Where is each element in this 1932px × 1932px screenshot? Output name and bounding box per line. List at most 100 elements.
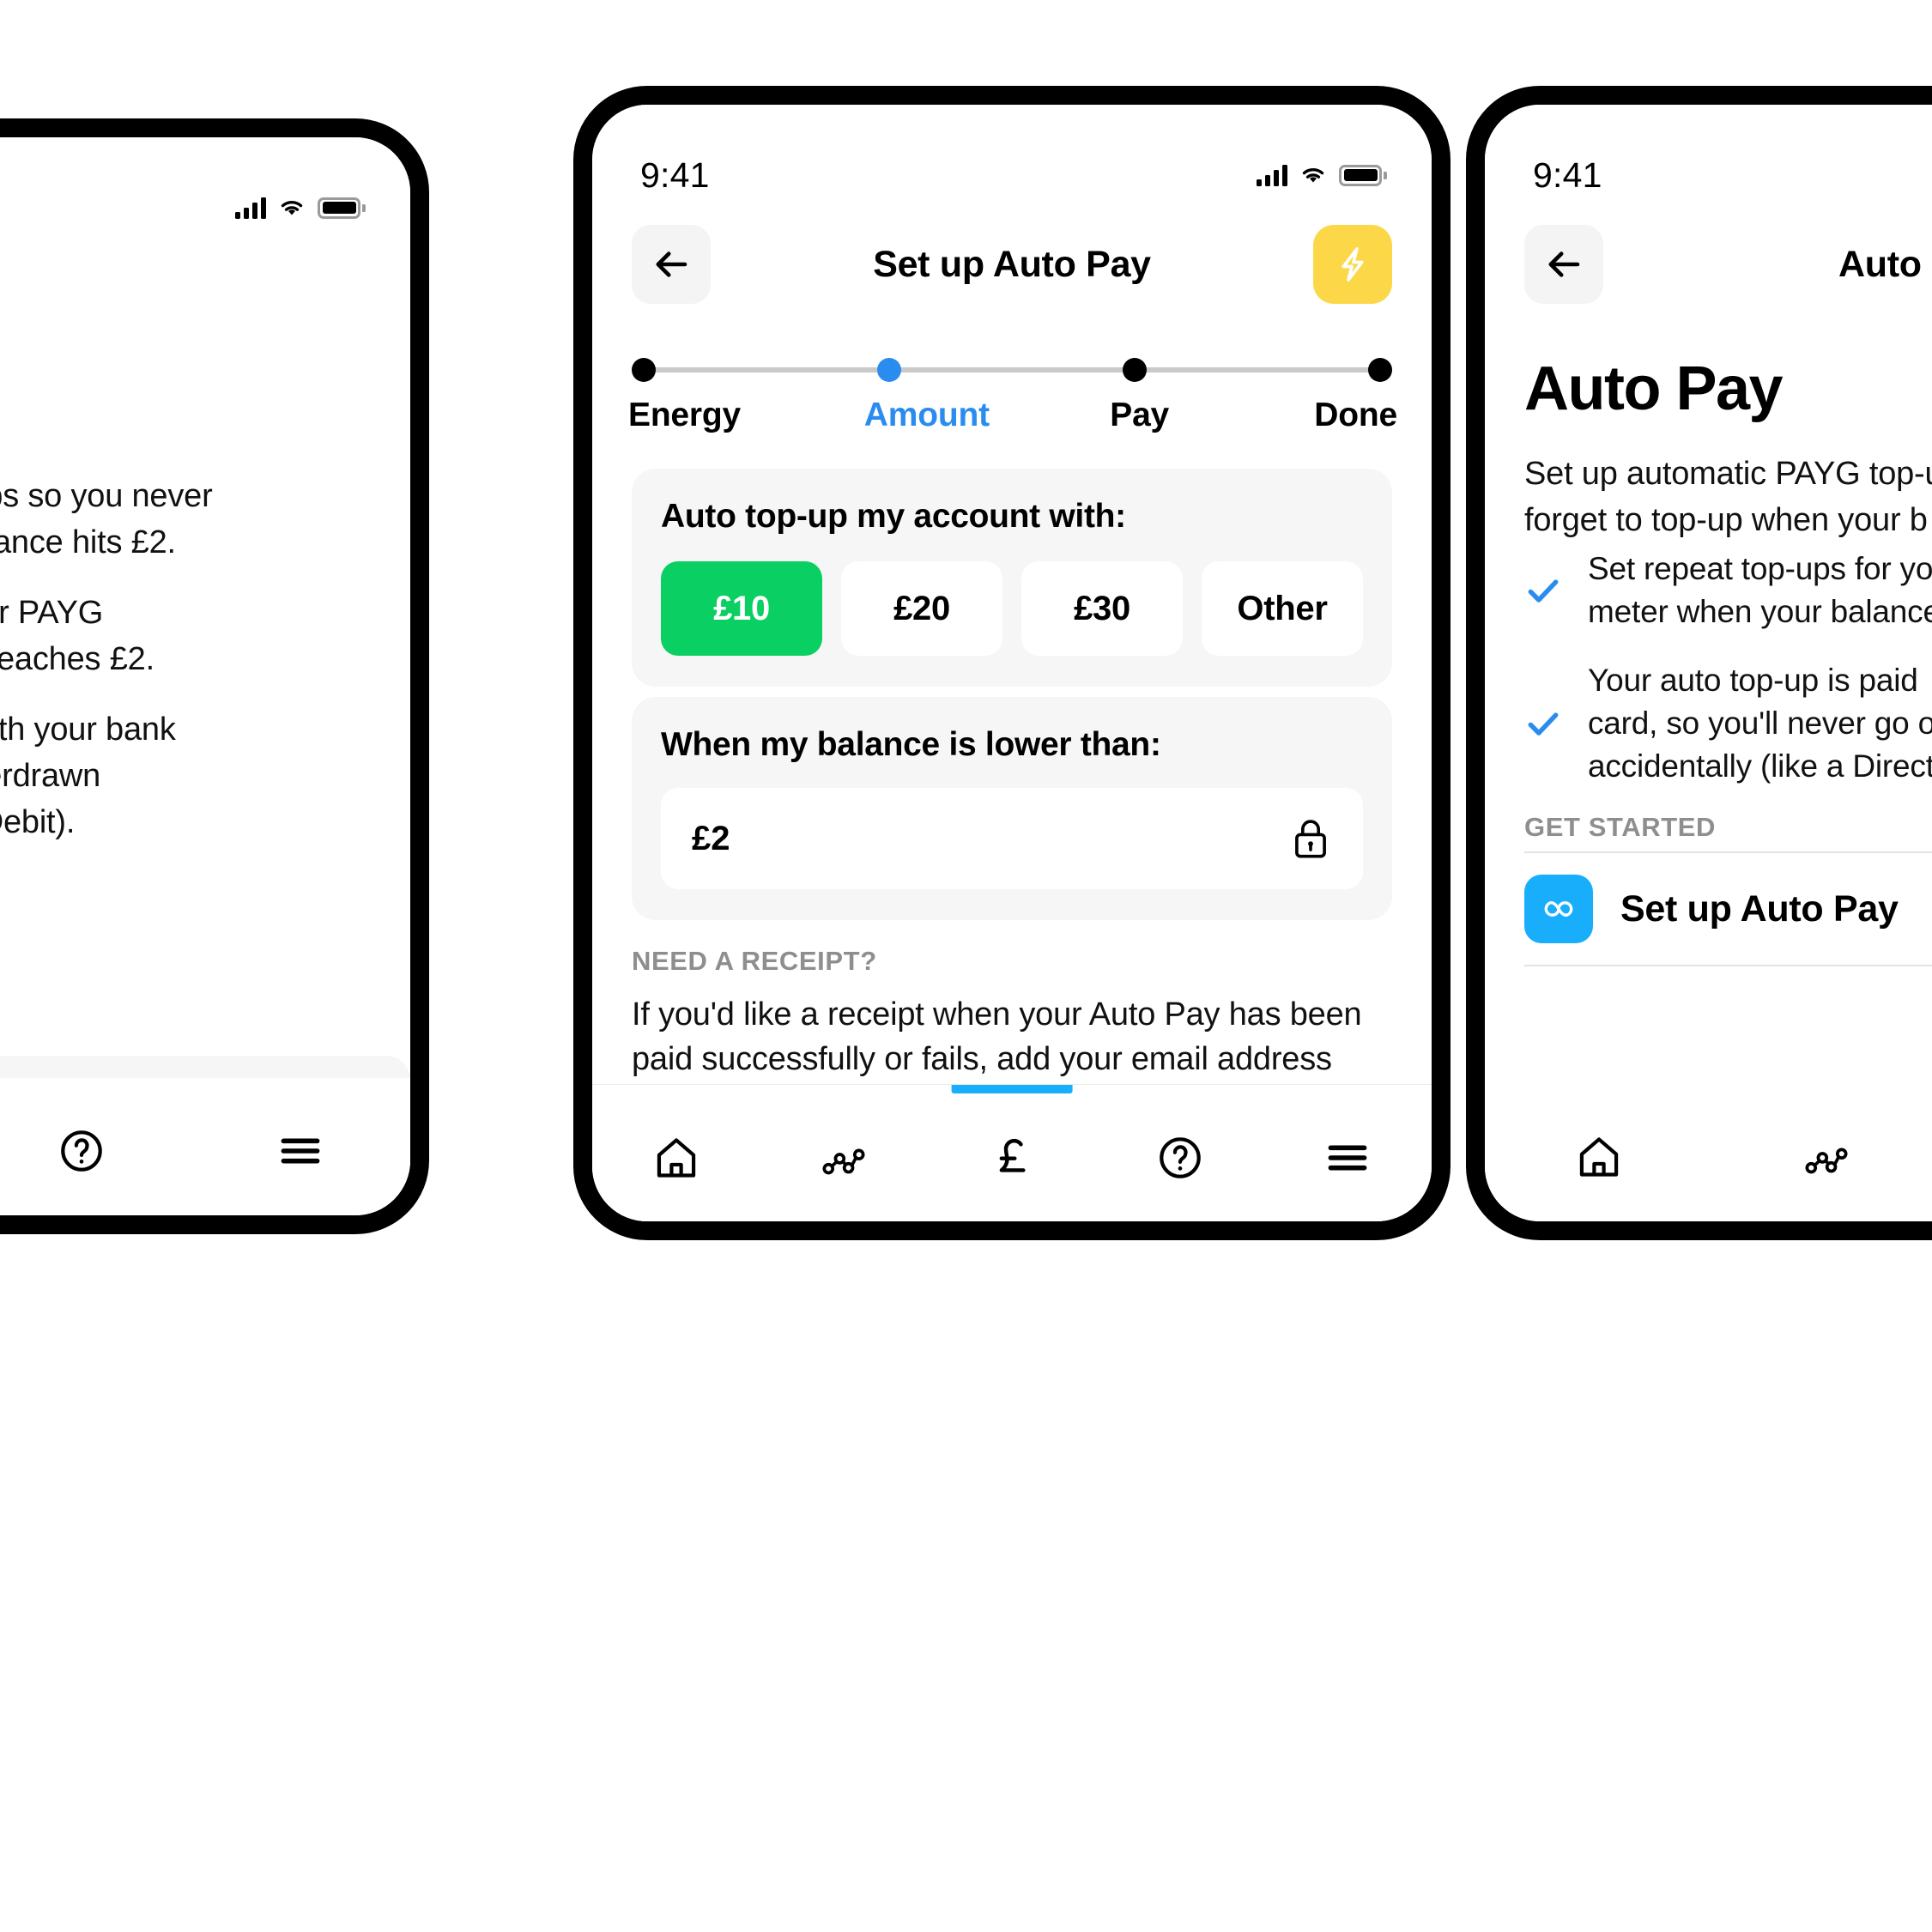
- intro-line-1: Set up automatic PAYG top-u: [1524, 456, 1932, 492]
- wifi-icon: [281, 201, 303, 215]
- infinity-badge: [1524, 875, 1593, 943]
- left-paragraph-1: c PAYG top-ups so you neverwhen your bal…: [0, 478, 213, 560]
- lightning-bolt-icon: [1341, 247, 1364, 282]
- benefit-1-line-2: meter when your balance: [1588, 593, 1932, 629]
- amount-option-20[interactable]: £20: [841, 561, 1002, 656]
- left-screen: Auto Pay c PAYG top-ups so you neverwhen…: [0, 137, 410, 1215]
- status-time: 9:41: [640, 154, 710, 195]
- stepper-track: [632, 355, 1392, 385]
- active-tab-indicator: [951, 1085, 1073, 1093]
- benefit-text: Set repeat top-ups for yo meter when you…: [1588, 548, 1932, 633]
- divider-bottom: [1524, 965, 1932, 966]
- phone-left: Auto Pay c PAYG top-ups so you neverwhen…: [0, 118, 429, 1234]
- benefit-item: Set repeat top-ups for yo meter when you…: [1524, 548, 1932, 633]
- mid-tab-bar: [592, 1084, 1432, 1221]
- tab-help[interactable]: [1096, 1085, 1264, 1221]
- tab-home[interactable]: [1485, 1084, 1712, 1221]
- balance-threshold-card: When my balance is lower than: £2: [632, 697, 1392, 920]
- threshold-input[interactable]: £2: [661, 788, 1363, 889]
- infinity-icon: [1544, 900, 1573, 918]
- setup-progress-stepper: Energy Amount Pay Done: [628, 355, 1397, 458]
- section-eyebrow: GET STARTED: [1524, 812, 1717, 842]
- battery-icon: [318, 197, 366, 219]
- benefit-1-line-1: Set repeat top-ups for yo: [1588, 551, 1932, 586]
- intro-line-2: forget to top-up when your b: [1524, 501, 1928, 538]
- left-paragraph-3: p-up is paid with your bankll never go o…: [0, 712, 176, 840]
- step-dot-pay[interactable]: [1123, 358, 1147, 382]
- page-title: Auto Pay: [1838, 243, 1932, 285]
- benefit-2-line-1: Your auto top-up is paid: [1588, 662, 1918, 698]
- back-button[interactable]: [632, 225, 711, 304]
- tab-usage[interactable]: [1712, 1084, 1932, 1221]
- left-status-bar: [0, 137, 410, 240]
- tab-menu[interactable]: [191, 1078, 410, 1215]
- right-nav-bar: Auto Pay: [1485, 208, 1932, 321]
- mid-status-bar: 9:41: [592, 105, 1432, 208]
- right-tab-bar: [1485, 1084, 1932, 1221]
- amount-options: £10 £20 £30 Other: [661, 561, 1363, 656]
- tab-help[interactable]: [0, 1078, 191, 1215]
- left-paragraph-2: op-ups for your PAYGyour balance reaches…: [0, 595, 154, 677]
- lock-icon: [1295, 820, 1326, 858]
- tab-menu[interactable]: [1263, 1085, 1432, 1221]
- back-button[interactable]: [1524, 225, 1603, 304]
- mid-nav-bar: Set up Auto Pay: [592, 208, 1432, 321]
- screenshot-canvas: Auto Pay c PAYG top-ups so you neverwhen…: [0, 0, 1932, 1932]
- receipt-eyebrow: NEED A RECEIPT?: [632, 946, 877, 976]
- setup-auto-pay-row[interactable]: Set up Auto Pay: [1524, 853, 1932, 965]
- step-dot-done[interactable]: [1368, 358, 1392, 382]
- phone-right: 9:41 Auto Pay Auto Pay Set up automatic …: [1466, 86, 1932, 1240]
- pound-icon: [999, 1138, 1026, 1172]
- arrow-left-icon: [656, 251, 687, 277]
- step-dot-energy[interactable]: [632, 358, 656, 382]
- step-label-amount: Amount: [863, 397, 990, 433]
- threshold-card-title: When my balance is lower than:: [661, 726, 1161, 763]
- help-circle-icon: [1159, 1137, 1201, 1178]
- left-tab-bar: [0, 1078, 410, 1215]
- status-icons: [1257, 164, 1387, 186]
- menu-icon: [1328, 1145, 1367, 1171]
- check-icon: [1528, 712, 1559, 736]
- cellular-signal-icon: [1257, 164, 1287, 186]
- tab-home[interactable]: [592, 1085, 760, 1221]
- benefits-list: Set repeat top-ups for yo meter when you…: [1524, 548, 1932, 814]
- usage-graph-icon: [822, 1148, 865, 1175]
- step-label-energy: Energy: [628, 397, 742, 433]
- step-label-pay: Pay: [1110, 397, 1170, 433]
- step-dot-amount[interactable]: [877, 358, 901, 382]
- stepper-labels: Energy Amount Pay Done: [628, 397, 1397, 434]
- arrow-left-icon: [1548, 251, 1580, 277]
- usage-graph-icon: [1805, 1148, 1848, 1174]
- benefit-2-line-2: card, so you'll never go ov: [1588, 705, 1932, 741]
- auto-topup-amount-card: Auto top-up my account with: £10 £20 £30…: [632, 469, 1392, 687]
- step-label-done: Done: [1314, 397, 1397, 433]
- mid-screen: 9:41 Set up Auto Pay Energy Amount Pay D…: [592, 105, 1432, 1221]
- right-status-bar: 9:41: [1485, 105, 1932, 208]
- benefit-item: Your auto top-up is paid card, so you'll…: [1524, 659, 1932, 788]
- amount-card-title: Auto top-up my account with:: [661, 498, 1126, 535]
- cellular-signal-icon: [235, 197, 266, 219]
- page-heading: Auto Pay: [1524, 354, 1784, 423]
- energy-action-button[interactable]: [1313, 225, 1392, 304]
- amount-option-30[interactable]: £30: [1021, 561, 1183, 656]
- menu-icon: [281, 1138, 320, 1164]
- benefit-2-line-3: accidentally (like a Direct: [1588, 748, 1932, 784]
- tab-usage[interactable]: [760, 1085, 929, 1221]
- check-icon: [1528, 579, 1559, 603]
- phone-mid: 9:41 Set up Auto Pay Energy Amount Pay D…: [573, 86, 1451, 1240]
- status-time: 9:41: [1533, 154, 1602, 195]
- threshold-value: £2: [692, 819, 730, 857]
- page-title: Set up Auto Pay: [873, 243, 1151, 285]
- amount-option-10[interactable]: £10: [661, 561, 822, 656]
- setup-auto-pay-label: Set up Auto Pay: [1620, 887, 1899, 930]
- amount-option-other[interactable]: Other: [1202, 561, 1363, 656]
- stepper-dots: [632, 358, 1392, 382]
- home-icon: [657, 1138, 695, 1178]
- benefit-text: Your auto top-up is paid card, so you'll…: [1588, 659, 1932, 788]
- wifi-icon: [1302, 168, 1324, 183]
- tab-payments[interactable]: [928, 1085, 1096, 1221]
- status-icons: [235, 197, 366, 219]
- help-circle-icon: [61, 1130, 102, 1172]
- right-screen: 9:41 Auto Pay Auto Pay Set up automatic …: [1485, 105, 1932, 1221]
- home-icon: [1579, 1137, 1618, 1177]
